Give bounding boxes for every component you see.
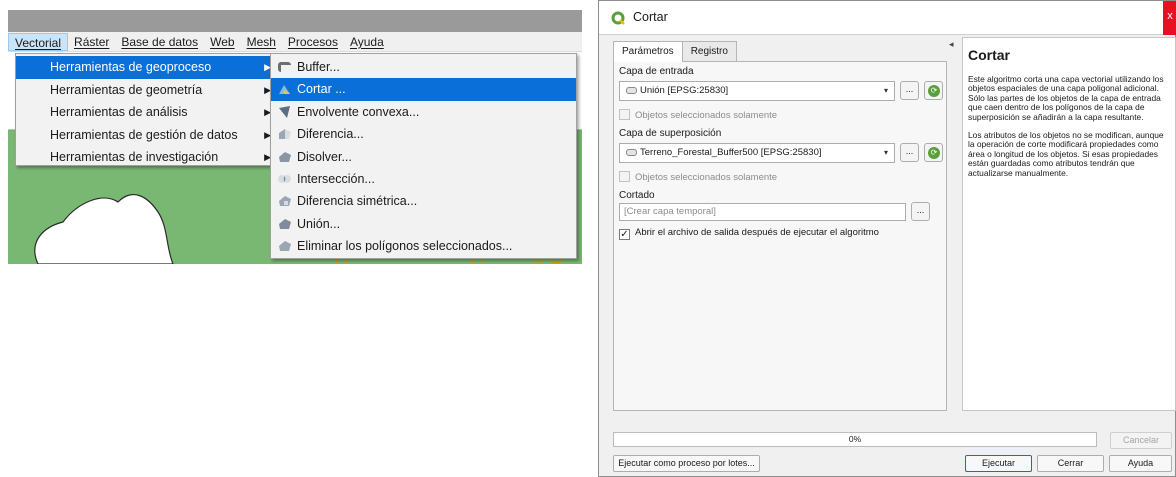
dissolve-icon [279,151,291,162]
close-button[interactable]: Cerrar [1037,455,1104,472]
menu-vectorial[interactable]: Vectorial [8,32,69,51]
menu-item-label: Diferencia simétrica... [297,194,418,209]
help-paragraph: Este algoritmo corta una capa vectorial … [968,74,1164,122]
output-path-input[interactable]: [Crear capa temporal] [619,203,906,221]
menu-mesh[interactable]: Mesh [241,33,282,51]
submenu-item-convex-hull[interactable]: Envolvente convexa... [271,101,576,123]
menu-item-geometry-tools[interactable]: Herramientas de geometría ▶ [16,79,279,102]
help-title: Cortar [968,47,1011,63]
checkbox-label: Objetos seleccionados solamente [635,110,778,121]
window-title-strip [8,10,582,32]
checkbox-box [619,171,630,182]
clip-dialog: Cortar x Parámetros Registro Capa de ent… [598,0,1176,477]
menu-item-data-management-tools[interactable]: Herramientas de gestión de datos ▶ [16,124,279,147]
menu-item-research-tools[interactable]: Herramientas de investigación ▶ [16,146,279,169]
union-icon [279,218,291,229]
overlay-selected-only-checkbox[interactable]: Objetos seleccionados solamente [619,171,777,184]
iterate-icon: ⟳ [928,85,940,97]
output-browse-button[interactable]: ... [911,202,930,221]
submenu-item-intersection[interactable]: Intersección... [271,168,576,190]
clip-icon [279,85,290,95]
checkbox-label: Abrir el archivo de salida después de ej… [635,227,879,238]
tab-parameters[interactable]: Parámetros [613,41,683,62]
submenu-item-buffer[interactable]: Buffer... [271,56,576,78]
eliminate-icon [279,241,291,252]
dialog-tabs: Parámetros Registro [613,41,737,62]
menu-web[interactable]: Web [204,33,240,51]
iterate-icon: ⟳ [928,147,940,159]
polygon-layer-icon [626,149,637,156]
menu-database[interactable]: Base de datos [115,33,204,51]
overlay-layer-iterate-button[interactable]: ⟳ [924,143,943,162]
menu-item-label: Unión... [297,216,341,231]
submenu-item-difference[interactable]: Diferencia... [271,123,576,145]
geoprocess-submenu: Buffer... Cortar ... Envolvente convexa.… [270,53,577,259]
menu-item-label: Herramientas de investigación [50,150,219,165]
checkbox-checked-icon: ✓ [619,229,630,240]
qgis-main-window: Vectorial Ráster Base de datos Web Mesh … [8,10,582,264]
tab-log[interactable]: Registro [681,41,737,61]
input-layer-combo[interactable]: Unión [EPSG:25830] ▾ [619,81,895,101]
chevron-down-icon: ▾ [883,148,888,157]
submenu-item-clip[interactable]: Cortar ... [271,78,576,101]
submenu-item-eliminate[interactable]: Eliminar los polígonos seleccionados... [271,235,576,257]
menu-item-label: Herramientas de geoproceso [50,60,212,74]
help-button[interactable]: Ayuda [1109,455,1172,472]
menu-item-label: Disolver... [297,149,352,164]
difference-icon [279,129,291,140]
polygon-layer-icon [626,87,637,94]
menu-raster[interactable]: Ráster [68,33,115,51]
dialog-titlebar: Cortar x [599,1,1176,35]
submenu-item-dissolve[interactable]: Disolver... [271,146,576,168]
menu-item-label: Herramientas de gestión de datos [50,127,238,142]
buffer-icon [278,62,291,72]
collapse-help-arrow-icon[interactable]: ◂ [949,39,954,50]
menu-help[interactable]: Ayuda [344,33,390,51]
help-paragraph: Los atributos de los objetos no se modif… [968,130,1164,178]
menu-item-label: Cortar ... [297,82,346,97]
run-button[interactable]: Ejecutar [965,455,1032,472]
vectorial-menu: Herramientas de geoproceso ▶ Herramienta… [15,53,280,166]
overlay-layer-combo[interactable]: Terreno_Forestal_Buffer500 [EPSG:25830] … [619,143,895,163]
menu-item-geoprocessing-tools[interactable]: Herramientas de geoproceso ▶ [16,56,279,79]
help-panel: Cortar Este algoritmo corta una capa vec… [962,37,1176,411]
input-layer-label: Capa de entrada [619,66,694,77]
menu-item-label: Diferencia... [297,127,364,142]
menu-bar: Vectorial Ráster Base de datos Web Mesh … [8,32,582,52]
checkbox-label: Objetos seleccionados solamente [635,172,778,183]
batch-process-button[interactable]: Ejecutar como proceso por lotes... [613,455,760,472]
overlay-layer-value: Terreno_Forestal_Buffer500 [EPSG:25830] [640,147,822,158]
menu-item-label: Eliminar los polígonos seleccionados... [297,239,513,254]
menu-item-label: Herramientas de análisis [50,105,188,120]
convex-hull-icon [279,105,290,118]
intersection-icon [278,174,291,183]
input-layer-value: Unión [EPSG:25830] [640,85,729,96]
menu-processing[interactable]: Procesos [282,33,344,51]
menu-item-label: Envolvente convexa... [297,104,420,119]
chevron-down-icon: ▾ [883,86,888,95]
overlay-layer-browse-button[interactable]: ... [900,143,919,162]
input-layer-iterate-button[interactable]: ⟳ [924,81,943,100]
symmetrical-difference-icon [279,196,291,207]
menu-item-label: Herramientas de geometría [50,82,203,97]
output-label: Cortado [619,190,655,201]
submenu-item-union[interactable]: Unión... [271,213,576,235]
close-window-button[interactable]: x [1163,1,1176,35]
menu-item-label: Buffer... [297,60,340,74]
open-output-checkbox[interactable]: ✓ Abrir el archivo de salida después de e… [619,227,879,240]
dialog-title: Cortar [633,10,668,24]
input-layer-browse-button[interactable]: ... [900,81,919,100]
qgis-logo-icon [611,11,625,25]
menu-item-label: Intersección... [297,171,375,186]
menu-item-analysis-tools[interactable]: Herramientas de análisis ▶ [16,101,279,124]
overlay-layer-label: Capa de superposición [619,128,722,139]
input-selected-only-checkbox[interactable]: Objetos seleccionados solamente [619,109,777,122]
checkbox-box [619,109,630,120]
progress-bar: 0% [613,432,1097,447]
cancel-button[interactable]: Cancelar [1110,432,1172,449]
submenu-item-symmetrical-difference[interactable]: Diferencia simétrica... [271,190,576,212]
